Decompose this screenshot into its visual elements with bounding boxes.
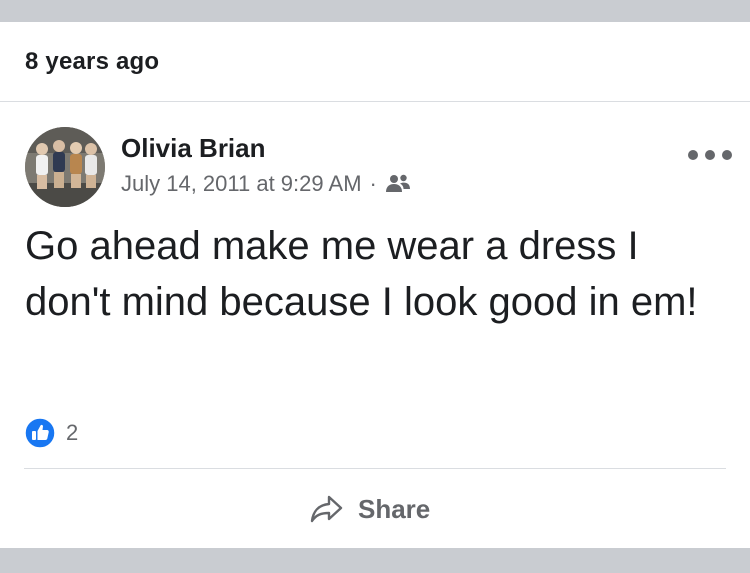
share-label: Share xyxy=(358,493,431,524)
share-button[interactable]: Share xyxy=(310,489,430,529)
top-separator-band xyxy=(0,0,750,22)
more-dot xyxy=(688,150,698,160)
post-meta: July 14, 2011 at 9:29 AM · xyxy=(121,171,411,197)
author-name[interactable]: Olivia Brian xyxy=(121,133,266,164)
friends-icon[interactable] xyxy=(385,173,411,195)
actions-divider xyxy=(24,468,726,469)
bottom-separator-band xyxy=(0,548,750,573)
memory-time-label: 8 years ago xyxy=(25,48,160,75)
memory-post-page: 8 years ago Olivia Brian July 14, 2011 a… xyxy=(0,0,750,573)
post-text: Go ahead make me wear a dress I don't mi… xyxy=(25,224,698,324)
more-dot xyxy=(705,150,715,160)
like-icon xyxy=(24,417,56,449)
reactions-summary[interactable]: 2 xyxy=(24,417,78,449)
header-divider xyxy=(0,101,750,102)
avatar-photo xyxy=(25,127,105,207)
avatar[interactable] xyxy=(25,127,105,207)
memory-header: 8 years ago xyxy=(0,22,750,102)
more-dot xyxy=(722,150,732,160)
meta-separator: · xyxy=(369,171,377,196)
more-options-icon[interactable] xyxy=(688,146,732,164)
post-timestamp[interactable]: July 14, 2011 at 9:29 AM xyxy=(121,171,362,197)
share-arrow-icon xyxy=(310,495,343,523)
reaction-count: 2 xyxy=(66,420,79,445)
